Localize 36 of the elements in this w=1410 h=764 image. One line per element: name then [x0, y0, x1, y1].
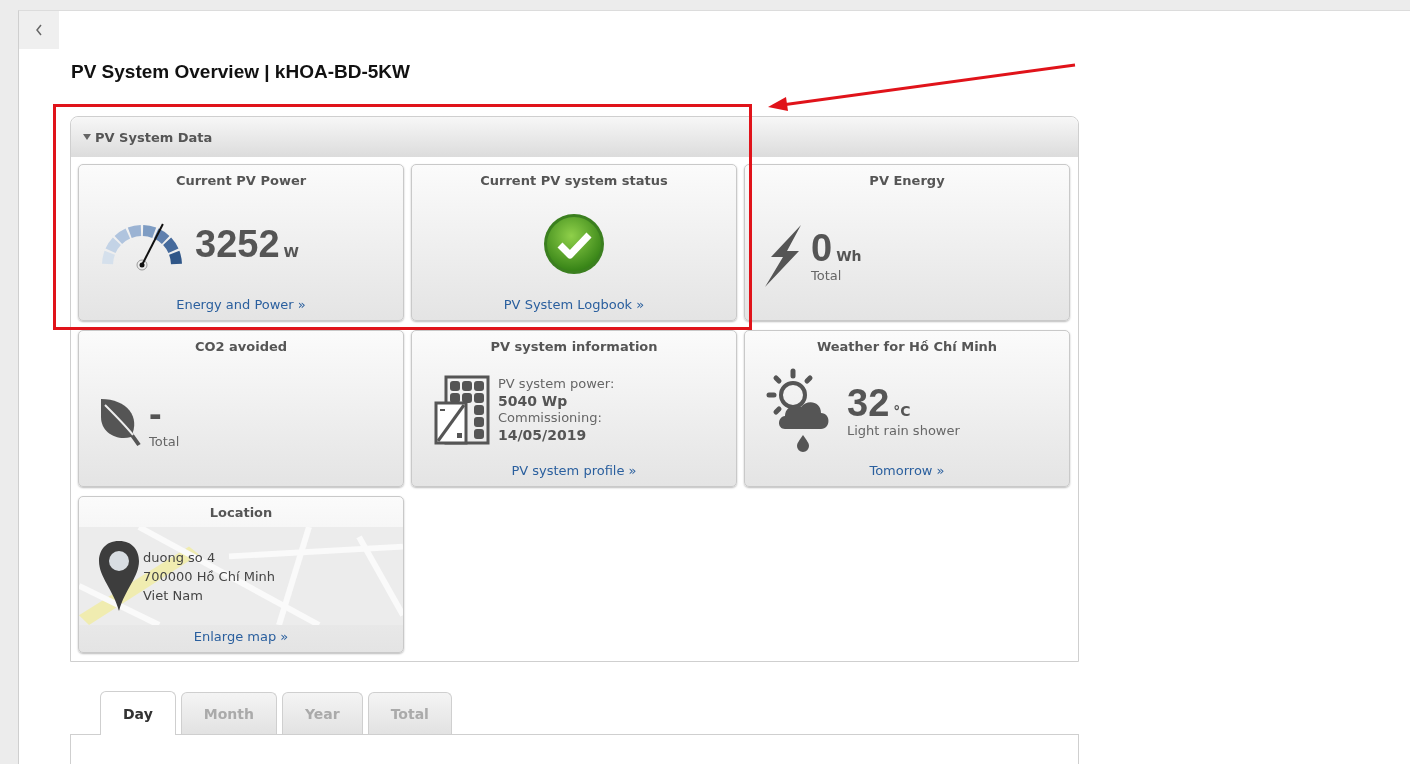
- card-title: PV system information: [490, 339, 658, 356]
- unit-text: Wh: [836, 248, 862, 264]
- back-button[interactable]: [19, 11, 59, 49]
- address-text: duong so 4 700000 Hồ Chí Minh Viet Nam: [143, 548, 275, 605]
- unit-text: W: [283, 244, 299, 260]
- card-link[interactable]: Tomorrow »: [869, 463, 945, 478]
- value-text: 3252: [195, 224, 280, 264]
- card-title: PV Energy: [869, 173, 945, 190]
- unit-text: °C: [893, 402, 911, 419]
- card-link[interactable]: Energy and Power »: [176, 297, 306, 312]
- card-title: Current PV Power: [175, 173, 307, 190]
- card-title: Weather for Hồ Chí Minh: [816, 339, 998, 356]
- caption-text: Total: [811, 268, 843, 283]
- card-link[interactable]: Enlarge map »: [193, 629, 289, 644]
- info-label: PV system power:: [498, 376, 615, 392]
- card-link[interactable]: PV System Logbook »: [503, 297, 645, 312]
- panel-title: PV System Data: [95, 129, 213, 145]
- caption-text: Total: [149, 434, 180, 449]
- card-title: Current PV system status: [480, 173, 668, 190]
- back-icon: [34, 23, 44, 37]
- card-link[interactable]: PV system profile »: [511, 463, 637, 478]
- card-title: Location: [209, 505, 273, 522]
- caption-text: Light rain shower: [847, 422, 960, 438]
- lightning-icon: [763, 224, 803, 287]
- panel-header[interactable]: PV System Data: [71, 117, 1078, 157]
- tab[interactable]: Day: [100, 691, 176, 735]
- value-text: 0: [811, 228, 833, 268]
- info-label: Commissioning:: [498, 410, 603, 426]
- value-text: -: [149, 394, 162, 434]
- solar-panel-inverter-icon: [434, 375, 490, 445]
- value-text: 32: [847, 382, 890, 423]
- card-title: CO2 avoided: [194, 339, 288, 356]
- map-pin-icon: [97, 539, 141, 613]
- info-value: 14/05/2019: [498, 426, 588, 444]
- page-title: PV System Overview | kHOA-BD-5KW: [71, 60, 411, 84]
- info-value: 5040 Wp: [498, 392, 569, 410]
